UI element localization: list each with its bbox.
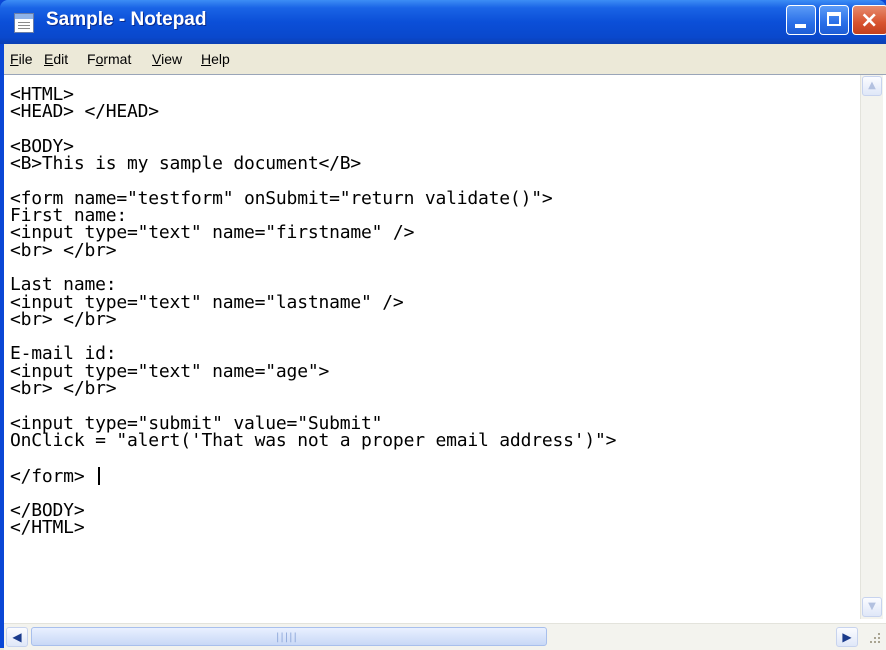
text-line: OnClick = "alert('That was not a proper … [10, 429, 617, 451]
close-icon: × [860, 8, 879, 33]
menu-bar: File Edit Format View Help [4, 44, 886, 74]
vertical-scrollbar[interactable]: ▲ ▼ [860, 75, 883, 619]
text-line: <br> </br> [10, 308, 117, 330]
menu-help[interactable]: Help [201, 51, 230, 67]
menu-edit[interactable]: Edit [44, 51, 68, 67]
grip-lines-icon: ||||| [276, 632, 298, 643]
resize-grip-icon[interactable] [864, 631, 882, 647]
menu-view[interactable]: View [152, 51, 182, 67]
title-bar[interactable]: Sample - Notepad × [0, 0, 886, 44]
arrow-right-icon: ▶ [842, 630, 852, 644]
text-editor[interactable]: <HTML> <HEAD> </HEAD> <BODY> <B>This is … [4, 74, 886, 650]
text-line: </HTML> [10, 517, 85, 539]
notepad-icon[interactable] [14, 13, 34, 33]
scroll-up-button[interactable]: ▲ [862, 76, 882, 96]
close-button[interactable]: × [852, 5, 886, 35]
arrow-up-icon: ▲ [868, 80, 876, 91]
text-line: <br> </br> [10, 239, 117, 261]
text-line: <B>This is my sample document</B> [10, 153, 362, 175]
document-text[interactable]: <HTML> <HEAD> </HEAD> <BODY> <B>This is … [10, 86, 617, 539]
arrow-down-icon: ▼ [868, 601, 876, 612]
scroll-right-button[interactable]: ▶ [836, 627, 858, 647]
menu-format[interactable]: Format [87, 51, 131, 67]
text-line: <br> </br> [10, 378, 117, 400]
menu-file[interactable]: File [10, 51, 33, 67]
scroll-down-button[interactable]: ▼ [862, 597, 882, 617]
maximize-icon [827, 12, 841, 26]
scroll-left-button[interactable]: ◀ [6, 627, 28, 647]
horizontal-scroll-thumb[interactable]: ||||| [31, 627, 547, 646]
notepad-window: Sample - Notepad × File Edit Format View… [0, 0, 886, 650]
text-line: </form> [10, 465, 96, 487]
maximize-button[interactable] [819, 5, 849, 35]
text-line: <HEAD> </HEAD> [10, 101, 159, 123]
text-cursor [98, 466, 101, 485]
window-title: Sample - Notepad [46, 9, 207, 30]
arrow-left-icon: ◀ [12, 630, 22, 644]
minimize-icon [795, 24, 806, 28]
horizontal-scrollbar[interactable]: ◀ ||||| ▶ [4, 623, 886, 650]
minimize-button[interactable] [786, 5, 816, 35]
